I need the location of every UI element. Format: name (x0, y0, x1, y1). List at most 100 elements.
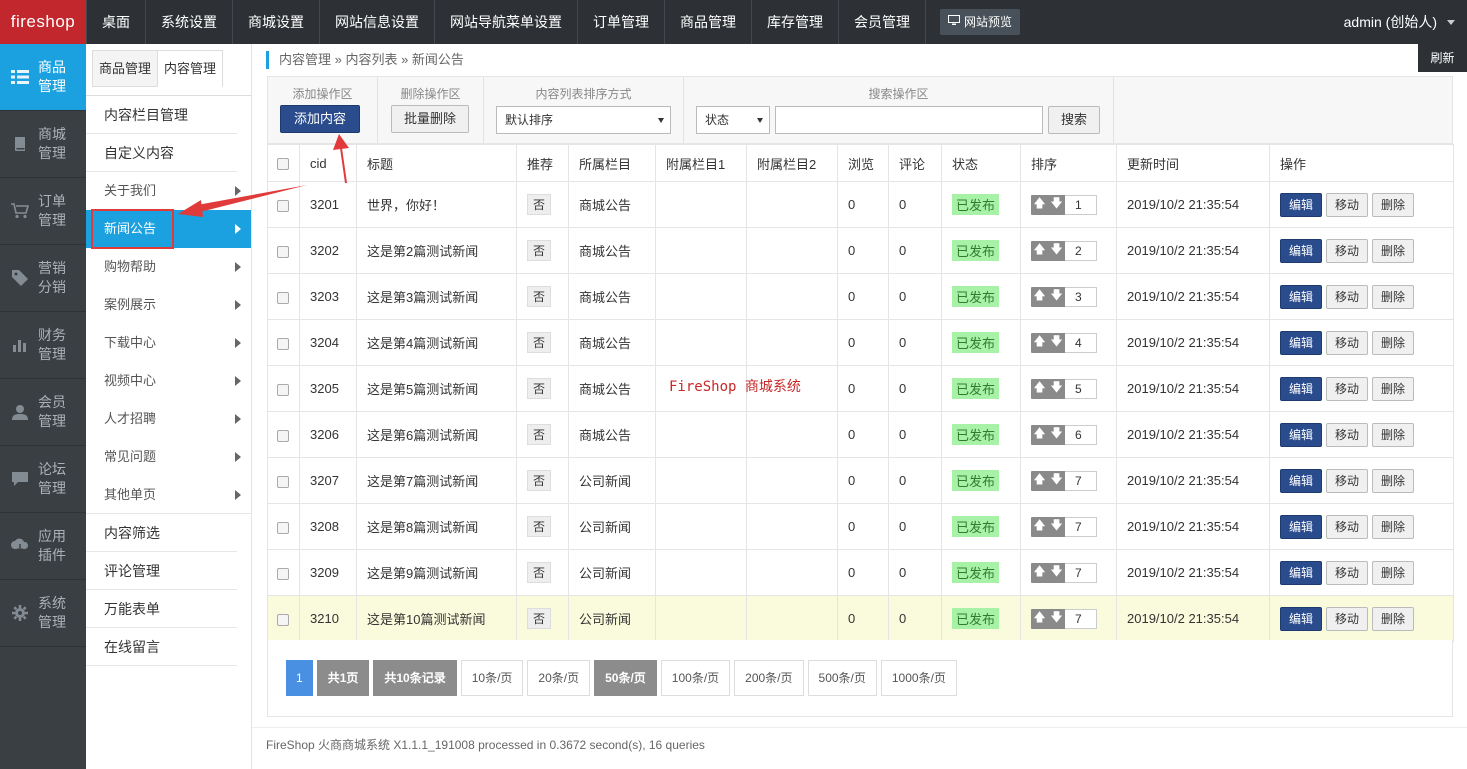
row-checkbox[interactable] (277, 337, 289, 350)
sidebar-item-finance[interactable]: 财务管理 (0, 312, 86, 379)
tab-product-management[interactable]: 商品管理 (92, 50, 159, 87)
edit-button[interactable]: 编辑 (1280, 468, 1323, 493)
move-button[interactable]: 移动 (1326, 376, 1369, 401)
edit-button[interactable]: 编辑 (1280, 606, 1323, 631)
move-button[interactable]: 移动 (1326, 238, 1369, 263)
move-button[interactable]: 移动 (1326, 192, 1369, 217)
sort-select[interactable]: 默认排序 (496, 106, 671, 134)
row-checkbox[interactable] (277, 245, 289, 258)
move-button[interactable]: 移动 (1326, 284, 1369, 309)
sort-arrows[interactable]: 🡅 🡇 (1031, 470, 1065, 491)
cell-title[interactable]: 这是第8篇测试新闻 (356, 503, 517, 550)
cell-title[interactable]: 这是第7篇测试新闻 (356, 457, 517, 504)
delete-button[interactable]: 删除 (1372, 376, 1415, 401)
arrow-up-icon[interactable]: 🡅 (1033, 378, 1045, 399)
arrow-down-icon[interactable]: 🡇 (1050, 470, 1062, 491)
batch-delete-button[interactable]: 批量删除 (391, 105, 470, 133)
arrow-up-icon[interactable]: 🡅 (1033, 424, 1045, 445)
arrow-up-icon[interactable]: 🡅 (1033, 562, 1045, 583)
delete-button[interactable]: 删除 (1372, 514, 1415, 539)
row-checkbox[interactable] (277, 567, 289, 580)
menu-item-videos[interactable]: 视频中心 (86, 362, 251, 400)
menu-item-custom-content[interactable]: 自定义内容 (86, 134, 237, 172)
menu-item-category-management[interactable]: 内容栏目管理 (86, 96, 237, 134)
edit-button[interactable]: 编辑 (1280, 560, 1323, 585)
fireshop-logo[interactable]: fireshop (0, 0, 86, 44)
delete-button[interactable]: 删除 (1372, 468, 1415, 493)
page-size-200[interactable]: 200条/页 (734, 660, 804, 696)
menu-item-faq[interactable]: 常见问题 (86, 438, 251, 476)
row-checkbox[interactable] (277, 429, 289, 442)
move-button[interactable]: 移动 (1326, 468, 1369, 493)
delete-button[interactable]: 删除 (1372, 606, 1415, 631)
edit-button[interactable]: 编辑 (1280, 514, 1323, 539)
page-size-50[interactable]: 50条/页 (594, 660, 657, 696)
arrow-down-icon[interactable]: 🡇 (1050, 516, 1062, 537)
arrow-up-icon[interactable]: 🡅 (1033, 608, 1045, 629)
refresh-button[interactable]: 刷新 (1418, 44, 1467, 72)
menu-item-about-us[interactable]: 关于我们 (86, 172, 251, 210)
sort-order-input[interactable]: 7 (1065, 516, 1097, 537)
sidebar-item-orders[interactable]: 订单管理 (0, 178, 86, 245)
sort-arrows[interactable]: 🡅 🡇 (1031, 194, 1065, 215)
site-preview-button[interactable]: 网站预览 (940, 9, 1021, 35)
sort-arrows[interactable]: 🡅 🡇 (1031, 516, 1065, 537)
move-button[interactable]: 移动 (1326, 606, 1369, 631)
sidebar-item-mall[interactable]: 商城管理 (0, 111, 86, 178)
add-content-button[interactable]: 添加内容 (280, 105, 361, 133)
arrow-up-icon[interactable]: 🡅 (1033, 332, 1045, 353)
sort-arrows[interactable]: 🡅 🡇 (1031, 562, 1065, 583)
sort-order-input[interactable]: 3 (1065, 286, 1097, 307)
arrow-down-icon[interactable]: 🡇 (1050, 240, 1062, 261)
menu-item-universal-form[interactable]: 万能表单 (86, 590, 237, 628)
page-size-1000[interactable]: 1000条/页 (880, 660, 957, 696)
sidebar-item-system[interactable]: 系统管理 (0, 580, 86, 647)
select-all-checkbox[interactable] (277, 158, 289, 171)
sidebar-item-marketing[interactable]: 营销分销 (0, 245, 86, 312)
edit-button[interactable]: 编辑 (1280, 284, 1323, 309)
move-button[interactable]: 移动 (1326, 422, 1369, 447)
arrow-down-icon[interactable]: 🡇 (1050, 608, 1062, 629)
move-button[interactable]: 移动 (1326, 514, 1369, 539)
status-select[interactable]: 状态 (696, 106, 770, 134)
delete-button[interactable]: 删除 (1372, 284, 1415, 309)
arrow-up-icon[interactable]: 🡅 (1033, 470, 1045, 491)
menu-item-cases[interactable]: 案例展示 (86, 286, 251, 324)
sidebar-item-products[interactable]: 商品管理 (0, 44, 86, 111)
delete-button[interactable]: 删除 (1372, 560, 1415, 585)
cell-title[interactable]: 世界，你好！ (356, 181, 517, 228)
cell-title[interactable]: 这是第5篇测试新闻 (356, 365, 517, 412)
nav-member-management[interactable]: 会员管理 (839, 0, 926, 44)
cell-title[interactable]: 这是第4篇测试新闻 (356, 319, 517, 366)
delete-button[interactable]: 删除 (1372, 238, 1415, 263)
sort-order-input[interactable]: 7 (1065, 470, 1097, 491)
row-checkbox[interactable] (277, 199, 289, 212)
arrow-down-icon[interactable]: 🡇 (1050, 286, 1062, 307)
row-checkbox[interactable] (277, 383, 289, 396)
arrow-down-icon[interactable]: 🡇 (1050, 562, 1062, 583)
arrow-down-icon[interactable]: 🡇 (1050, 424, 1062, 445)
sort-arrows[interactable]: 🡅 🡇 (1031, 240, 1065, 261)
sort-order-input[interactable]: 2 (1065, 240, 1097, 261)
delete-button[interactable]: 删除 (1372, 422, 1415, 447)
sort-order-input[interactable]: 7 (1065, 562, 1097, 583)
arrow-up-icon[interactable]: 🡅 (1033, 240, 1045, 261)
row-checkbox[interactable] (277, 291, 289, 304)
cell-title[interactable]: 这是第2篇测试新闻 (356, 227, 517, 274)
user-menu[interactable]: admin (创始人) (1344, 0, 1455, 44)
delete-button[interactable]: 删除 (1372, 330, 1415, 355)
page-size-100[interactable]: 100条/页 (660, 660, 731, 696)
sort-order-input[interactable]: 5 (1065, 378, 1097, 399)
menu-item-downloads[interactable]: 下载中心 (86, 324, 251, 362)
sort-order-input[interactable]: 6 (1065, 424, 1097, 445)
nav-order-management[interactable]: 订单管理 (578, 0, 665, 44)
menu-item-online-message[interactable]: 在线留言 (86, 628, 237, 666)
move-button[interactable]: 移动 (1326, 560, 1369, 585)
nav-site-info-settings[interactable]: 网站信息设置 (320, 0, 435, 44)
edit-button[interactable]: 编辑 (1280, 422, 1323, 447)
page-current[interactable]: 1 (286, 660, 313, 696)
nav-stock-management[interactable]: 库存管理 (752, 0, 839, 44)
nav-mall-settings[interactable]: 商城设置 (233, 0, 320, 44)
menu-item-shopping-help[interactable]: 购物帮助 (86, 248, 251, 286)
menu-item-comment-management[interactable]: 评论管理 (86, 552, 237, 590)
